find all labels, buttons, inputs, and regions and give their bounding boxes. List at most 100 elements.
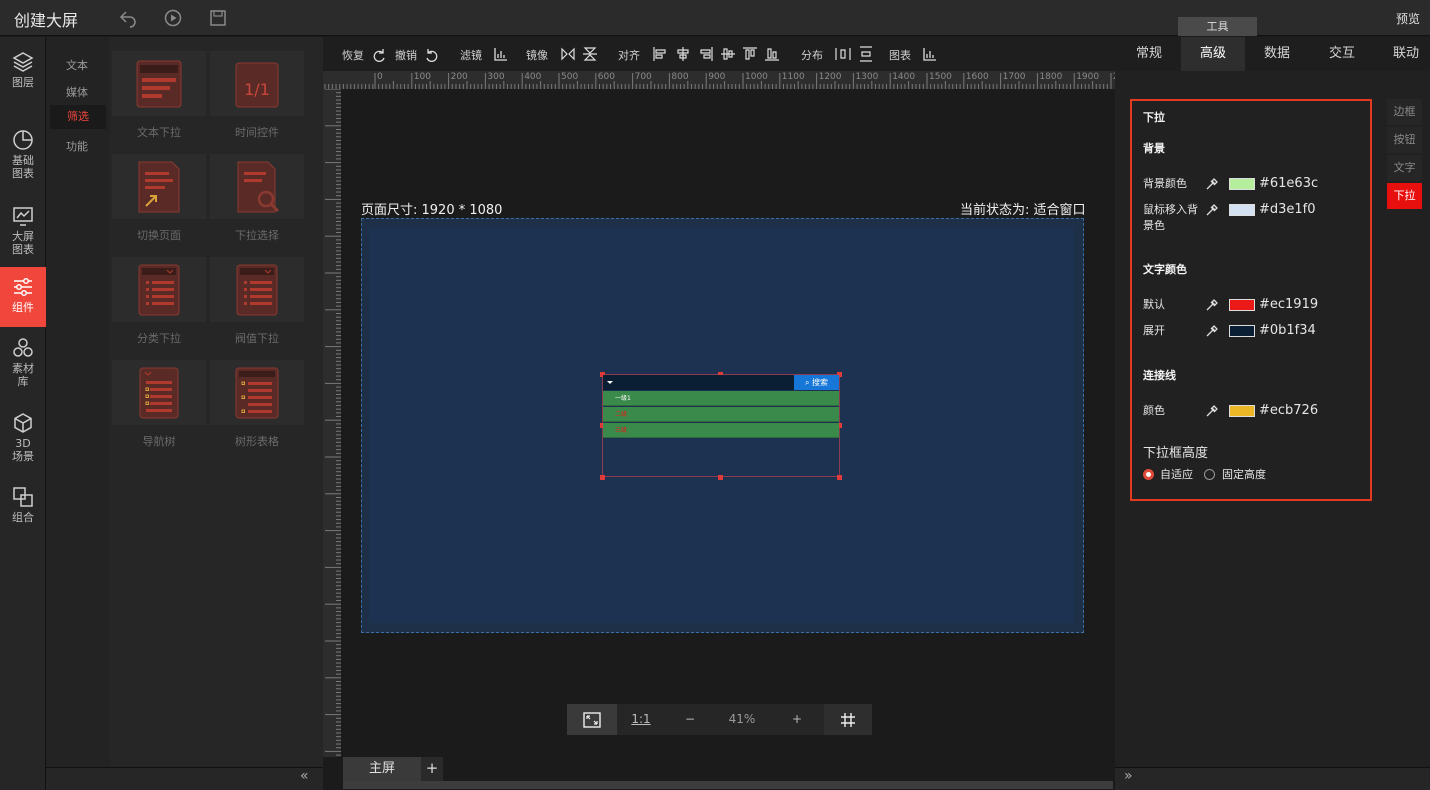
play-icon[interactable] — [163, 8, 183, 28]
hover-color-value[interactable]: #d3e1f0 — [1259, 202, 1316, 217]
redo-button[interactable]: 恢复 — [342, 47, 364, 63]
eyedropper-icon[interactable] — [1205, 177, 1219, 191]
save-icon[interactable] — [208, 8, 228, 28]
component-dropdown-select[interactable]: 下拉选择 — [210, 140, 304, 242]
collapse-right-icon[interactable]: » — [1124, 768, 1133, 784]
category-text[interactable]: 文本 — [66, 57, 88, 73]
component-threshold-dropdown[interactable]: 阀值下拉 — [210, 243, 304, 345]
expand-color-swatch[interactable] — [1229, 325, 1255, 337]
line-color-value[interactable]: #ecb726 — [1259, 403, 1318, 418]
side-tab-button[interactable]: 按钮 — [1387, 127, 1422, 153]
distribute-button[interactable]: 分布 — [801, 47, 823, 63]
eyedropper-icon[interactable] — [1205, 324, 1219, 338]
mirror-button[interactable]: 镜像 — [526, 47, 548, 63]
filter-icon[interactable] — [493, 46, 509, 62]
default-color-value[interactable]: #ec1919 — [1259, 297, 1318, 312]
side-tab-text[interactable]: 文字 — [1387, 155, 1422, 181]
tab-linkage[interactable]: 联动 — [1374, 37, 1430, 71]
nav-3d-scene[interactable]: 3D 场景 — [0, 412, 46, 463]
component-time[interactable]: 1/1 时间控件 — [210, 37, 304, 139]
fit-window-button[interactable] — [567, 704, 617, 735]
align-button[interactable]: 对齐 — [618, 47, 640, 63]
tab-main-screen[interactable]: 主屏 — [343, 757, 421, 781]
undo-icon[interactable] — [118, 8, 138, 28]
zoom-out-button[interactable]: − — [675, 704, 705, 735]
radio-auto-label[interactable]: 自适应 — [1160, 467, 1193, 483]
resize-handle[interactable] — [837, 475, 842, 480]
hover-color-swatch[interactable] — [1229, 204, 1255, 216]
nav-label: 素材 库 — [12, 362, 34, 388]
radio-auto[interactable] — [1143, 469, 1154, 480]
undo-button[interactable]: 撤销 — [395, 47, 417, 63]
horizontal-scrollbar[interactable] — [343, 781, 1113, 789]
eyedropper-icon[interactable] — [1205, 203, 1219, 217]
dropdown-option[interactable]: 一级1 — [603, 391, 839, 406]
nav-layers[interactable]: 图层 — [0, 51, 46, 89]
filter-button[interactable]: 滤镜 — [460, 47, 482, 63]
mirror-vertical-icon[interactable] — [582, 46, 598, 62]
dropdown-head[interactable] — [603, 375, 794, 390]
tab-interaction[interactable]: 交互 — [1310, 37, 1374, 71]
tab-data[interactable]: 数据 — [1245, 37, 1309, 71]
nav-label: 图层 — [12, 76, 34, 89]
tool-tab[interactable]: 工具 — [1178, 17, 1257, 36]
default-color-swatch[interactable] — [1229, 299, 1255, 311]
zoom-in-button[interactable]: + — [782, 704, 812, 735]
eyedropper-icon[interactable] — [1205, 404, 1219, 418]
align-left-icon[interactable] — [652, 46, 668, 62]
resize-handle[interactable] — [600, 475, 605, 480]
align-middle-icon[interactable] — [720, 46, 736, 62]
align-right-icon[interactable] — [698, 46, 714, 62]
radio-fixed[interactable] — [1204, 469, 1215, 480]
ruler-label: 600 — [597, 72, 615, 82]
align-top-icon[interactable] — [742, 46, 758, 62]
component-nav-tree[interactable]: 导航树 — [112, 346, 206, 448]
ruler-label: 1200 — [818, 72, 842, 82]
nav-group[interactable]: 组合 — [0, 486, 46, 524]
expand-color-value[interactable]: #0b1f34 — [1259, 323, 1316, 338]
chart-button[interactable]: 图表 — [889, 47, 911, 63]
grid-toggle-button[interactable] — [824, 704, 872, 735]
actual-size-button[interactable]: 1:1 — [623, 704, 659, 735]
add-screen-button[interactable]: + — [421, 757, 443, 781]
component-text-dropdown[interactable]: 文本下拉 — [112, 37, 206, 139]
tab-advanced[interactable]: 高级 — [1181, 37, 1245, 71]
nav-basic-chart[interactable]: 基础 图表 — [0, 129, 46, 180]
tree-table-icon — [235, 367, 279, 419]
mirror-horizontal-icon[interactable] — [560, 46, 576, 62]
component-switch-page[interactable]: 切换页面 — [112, 140, 206, 242]
dropdown-option[interactable]: 三级 — [603, 423, 839, 438]
undo-icon[interactable] — [424, 46, 440, 62]
search-button[interactable]: ⌕ 搜索 — [794, 375, 839, 390]
side-tab-dropdown[interactable]: 下拉 — [1387, 183, 1422, 209]
distribute-vertical-icon[interactable] — [858, 46, 874, 62]
nav-label: 基础 图表 — [12, 154, 34, 180]
resize-handle[interactable] — [718, 475, 723, 480]
nav-material[interactable]: 素材 库 — [0, 337, 46, 388]
text-color-title: 文字颜色 — [1143, 263, 1187, 276]
eyedropper-icon[interactable] — [1205, 298, 1219, 312]
align-bottom-icon[interactable] — [764, 46, 780, 62]
component-category-dropdown[interactable]: 分类下拉 — [112, 243, 206, 345]
category-media[interactable]: 媒体 — [66, 84, 88, 100]
category-filter[interactable]: 筛选 — [50, 105, 106, 129]
nav-components[interactable]: 组件 — [0, 267, 46, 327]
tab-general[interactable]: 常规 — [1117, 37, 1181, 71]
align-center-icon[interactable] — [675, 46, 691, 62]
category-function[interactable]: 功能 — [66, 138, 88, 154]
chart-icon[interactable] — [922, 46, 938, 62]
line-color-swatch[interactable] — [1229, 405, 1255, 417]
bg-color-swatch[interactable] — [1229, 178, 1255, 190]
radio-fixed-label[interactable]: 固定高度 — [1222, 467, 1266, 483]
collapse-left-icon[interactable]: « — [300, 768, 309, 784]
distribute-horizontal-icon[interactable] — [835, 46, 851, 62]
nav-screen-chart[interactable]: 大屏 图表 — [0, 205, 46, 256]
redo-icon[interactable] — [371, 46, 387, 62]
dropdown-option[interactable]: 二级 — [603, 407, 839, 422]
component-label: 下拉选择 — [235, 229, 279, 242]
icon-nav-bar: 图层 基础 图表 大屏 图表 组件 素材 库 3D 场景 组合 — [0, 37, 46, 790]
side-tab-border[interactable]: 边框 — [1387, 99, 1422, 125]
bg-color-value[interactable]: #61e63c — [1259, 176, 1318, 191]
preview-button[interactable]: 预览 — [1396, 10, 1420, 27]
component-tree-table[interactable]: 树形表格 — [210, 346, 304, 448]
